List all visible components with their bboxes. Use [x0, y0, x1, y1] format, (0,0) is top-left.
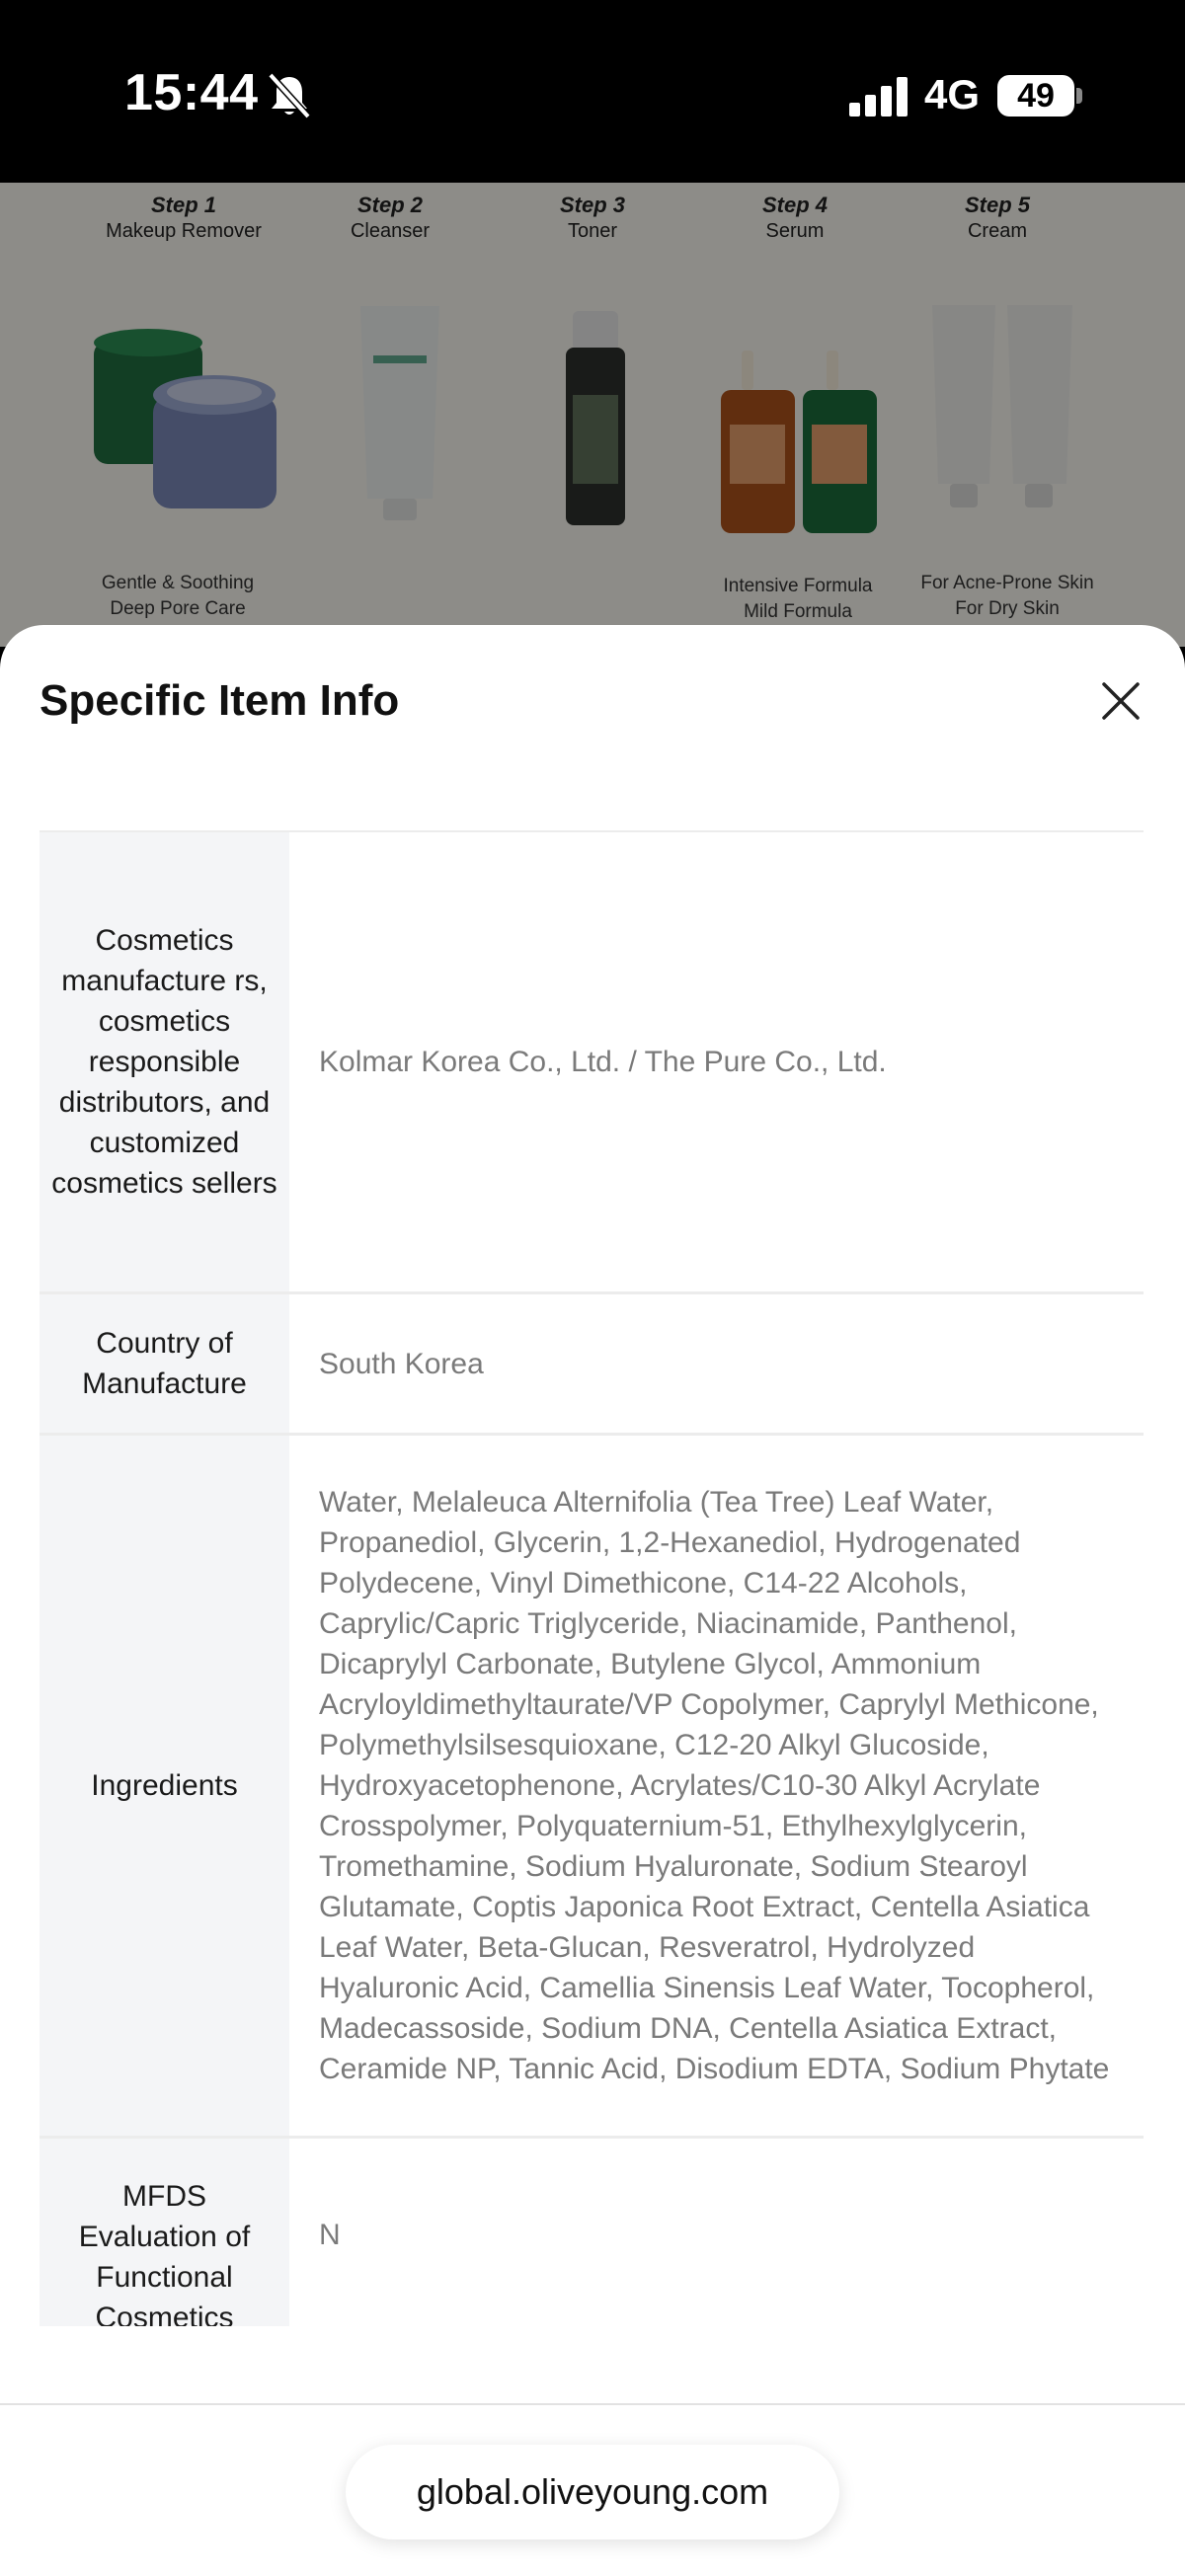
row-value-mfds: N [319, 2219, 341, 2251]
table-row: Ingredients Water, Melaleuca Alternifoli… [40, 1436, 1144, 2139]
specific-item-info-sheet: Specific Item Info Cosmetics manufacture… [0, 625, 1185, 2576]
row-value-manufacturer: Kolmar Korea Co., Ltd. / The Pure Co., L… [319, 1046, 887, 1078]
signal-icon [849, 77, 908, 117]
close-icon[interactable] [1096, 676, 1146, 726]
table-row: Country of Manufacture South Korea [40, 1294, 1144, 1436]
status-bar: 15:44 4G 49 [0, 0, 1185, 183]
row-label-manufacturer: Cosmetics manufacture rs, cosmetics resp… [40, 832, 289, 1291]
modal-overlay[interactable] [0, 183, 1185, 647]
table-row: Cosmetics manufacture rs, cosmetics resp… [40, 832, 1144, 1294]
network-type: 4G [924, 71, 981, 117]
battery-icon: 49 [997, 75, 1082, 117]
row-value-country: South Korea [319, 1347, 484, 1380]
url-bar[interactable]: global.oliveyoung.com [346, 2445, 839, 2539]
table-row: MFDS Evaluation of Functional Cosmetics … [40, 2139, 1144, 2334]
row-label-mfds: MFDS Evaluation of Functional Cosmetics [40, 2139, 289, 2334]
row-label-country: Country of Manufacture [40, 1294, 289, 1433]
status-time: 15:44 [124, 64, 259, 121]
sheet-title: Specific Item Info [40, 676, 400, 725]
item-info-table: Cosmetics manufacture rs, cosmetics resp… [40, 830, 1144, 2334]
battery-level: 49 [1017, 77, 1055, 115]
row-value-ingredients: Water, Melaleuca Alternifolia (Tea Tree)… [319, 1486, 1110, 2085]
row-label-ingredients: Ingredients [40, 1436, 289, 2136]
browser-bottom-bar: global.oliveyoung.com [0, 2403, 1185, 2576]
bell-muted-icon [268, 72, 311, 119]
